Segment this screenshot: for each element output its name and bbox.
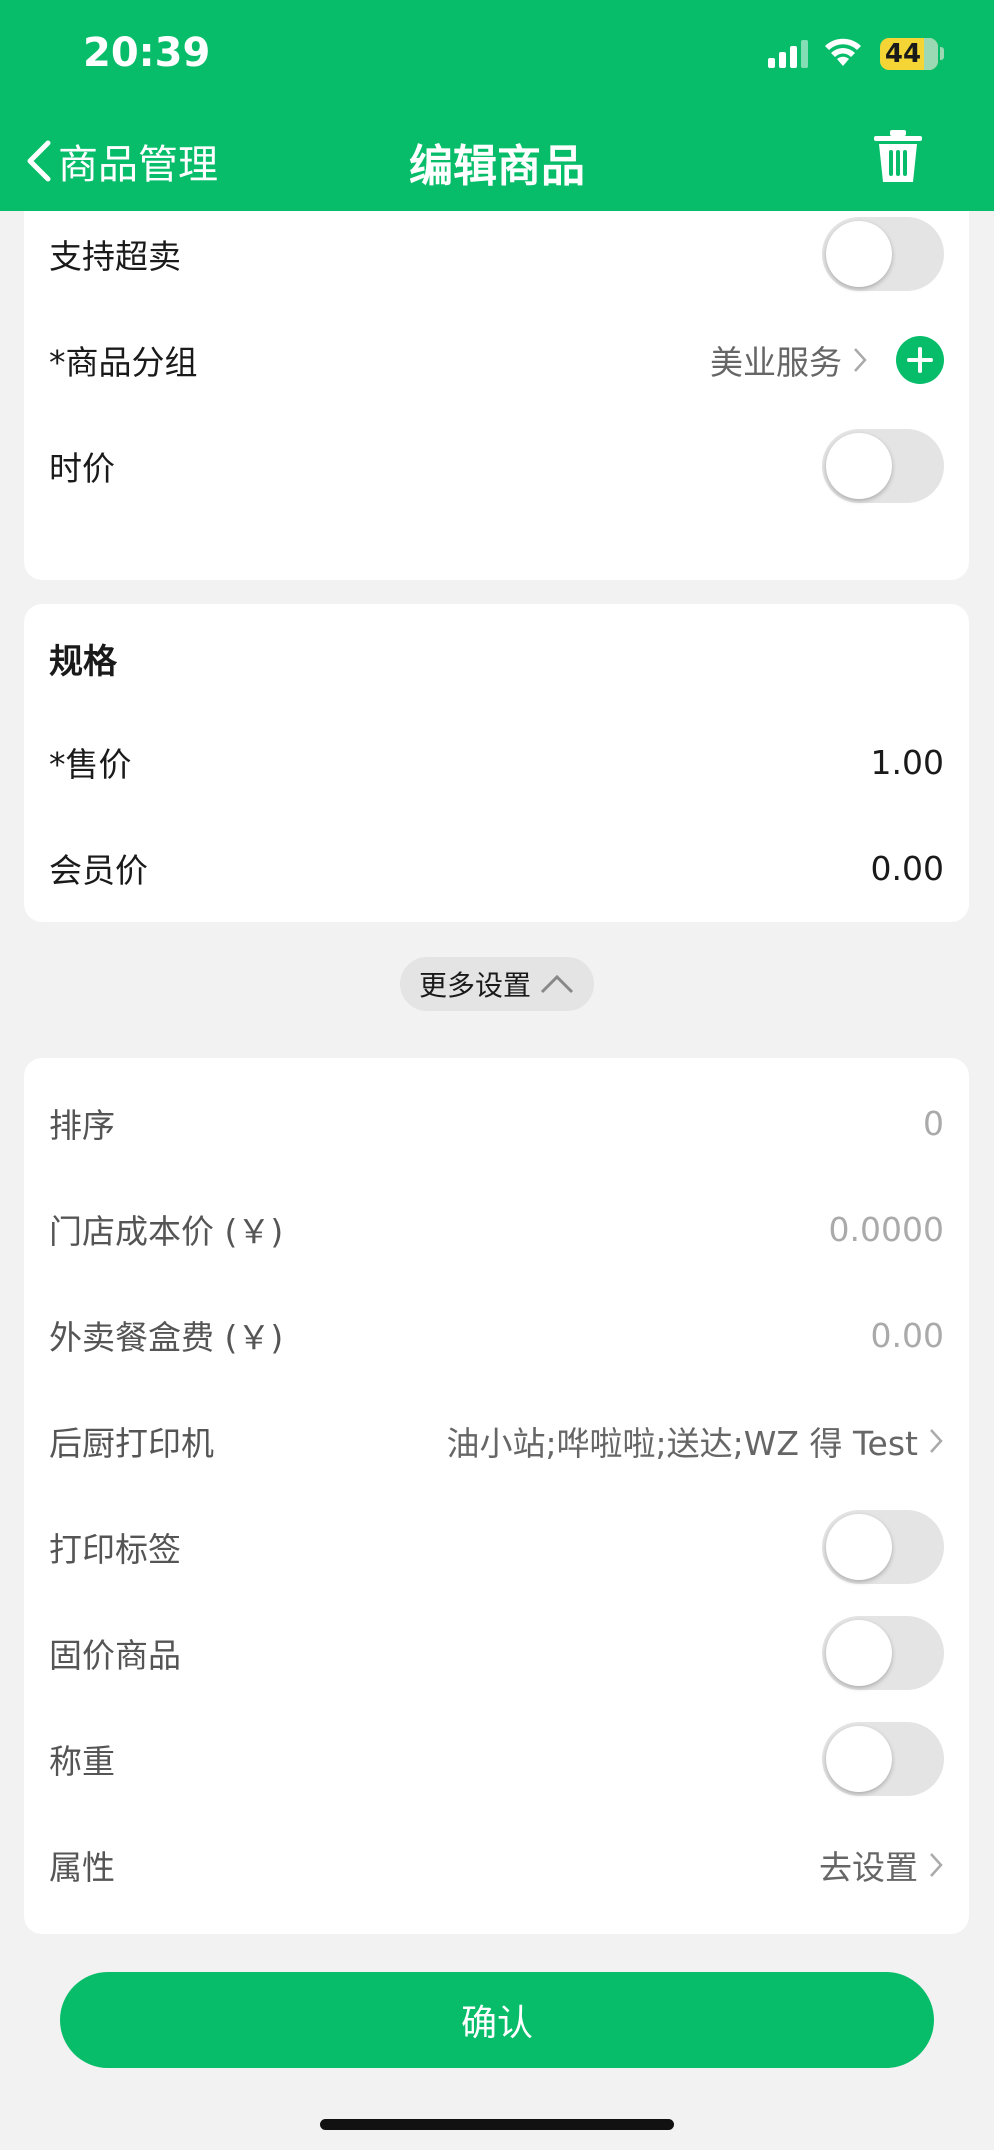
member-price-row[interactable]: 会员价 0.00 <box>49 818 944 918</box>
add-group-button[interactable] <box>896 336 944 384</box>
group-value: 美业服务 <box>710 343 842 382</box>
header: 20:39 44 商品管理 编辑商品 <box>0 0 994 211</box>
spec-title: 规格 <box>49 642 117 682</box>
chevron-right-icon <box>930 1853 943 1877</box>
oversell-label: 支持超卖 <box>49 237 181 276</box>
battery-nub <box>940 47 944 60</box>
chevron-right-icon <box>930 1429 943 1453</box>
time-price-label: 时价 <box>49 449 115 488</box>
price-value[interactable]: 1.00 <box>871 743 944 782</box>
member-price-value[interactable]: 0.00 <box>871 849 944 888</box>
battery-level: 44 <box>884 39 922 69</box>
fixed-price-toggle[interactable] <box>822 1616 944 1690</box>
page-title: 编辑商品 <box>409 141 585 192</box>
group-label: *商品分组 <box>49 343 198 382</box>
wifi-icon <box>825 38 861 66</box>
print-tag-row: 打印标签 <box>49 1497 944 1597</box>
time-price-row: 时价 <box>49 416 944 516</box>
fixed-price-label: 固价商品 <box>49 1636 181 1675</box>
group-row[interactable]: *商品分组 美业服务 <box>49 310 944 410</box>
weigh-label: 称重 <box>49 1742 115 1781</box>
attr-label: 属性 <box>49 1848 115 1887</box>
sort-input[interactable]: 0 <box>923 1104 944 1143</box>
oversell-toggle[interactable] <box>822 217 944 291</box>
box-fee-row[interactable]: 外卖餐盒费 (￥) 0.00 <box>49 1285 944 1385</box>
printer-value: 油小站;哗啦啦;送达;WZ 得 Test <box>446 1424 918 1463</box>
attr-value: 去设置 <box>819 1848 918 1887</box>
confirm-button[interactable]: 确认 <box>60 1972 934 2068</box>
attr-row[interactable]: 属性 去设置 <box>49 1815 944 1915</box>
printer-row[interactable]: 后厨打印机 油小站;哗啦啦;送达;WZ 得 Test <box>49 1391 944 1491</box>
more-settings-button[interactable]: 更多设置 <box>400 957 594 1011</box>
sort-row[interactable]: 排序 0 <box>49 1073 944 1173</box>
home-indicator <box>320 2119 674 2130</box>
price-label: *售价 <box>49 745 132 784</box>
box-fee-label: 外卖餐盒费 (￥) <box>49 1318 284 1357</box>
more-settings-label: 更多设置 <box>418 969 531 1002</box>
trash-icon[interactable] <box>870 128 926 184</box>
more-settings-card: 排序 0 门店成本价 (￥) 0.0000 外卖餐盒费 (￥) 0.00 后厨打… <box>24 1058 969 1934</box>
cellular-signal-icon <box>768 40 808 68</box>
print-tag-toggle[interactable] <box>822 1510 944 1584</box>
battery-icon: 44 <box>880 38 938 70</box>
cost-input[interactable]: 0.0000 <box>829 1210 944 1249</box>
print-tag-label: 打印标签 <box>49 1530 181 1569</box>
basic-info-card: 支持超卖 *商品分组 美业服务 时价 <box>24 160 969 580</box>
price-row[interactable]: *售价 1.00 <box>49 712 944 812</box>
box-fee-input[interactable]: 0.00 <box>871 1316 944 1355</box>
member-price-label: 会员价 <box>49 851 148 890</box>
weigh-toggle[interactable] <box>822 1722 944 1796</box>
time-price-toggle[interactable] <box>822 429 944 503</box>
spec-card: 规格 *售价 1.00 会员价 0.00 <box>24 604 969 922</box>
chevron-up-icon <box>540 974 574 994</box>
printer-label: 后厨打印机 <box>49 1424 214 1463</box>
sort-label: 排序 <box>49 1106 115 1145</box>
status-time: 20:39 <box>83 30 211 76</box>
chevron-right-icon <box>854 348 867 372</box>
fixed-price-row: 固价商品 <box>49 1603 944 1703</box>
weigh-row: 称重 <box>49 1709 944 1809</box>
cost-row[interactable]: 门店成本价 (￥) 0.0000 <box>49 1179 944 1279</box>
cost-label: 门店成本价 (￥) <box>49 1212 284 1251</box>
